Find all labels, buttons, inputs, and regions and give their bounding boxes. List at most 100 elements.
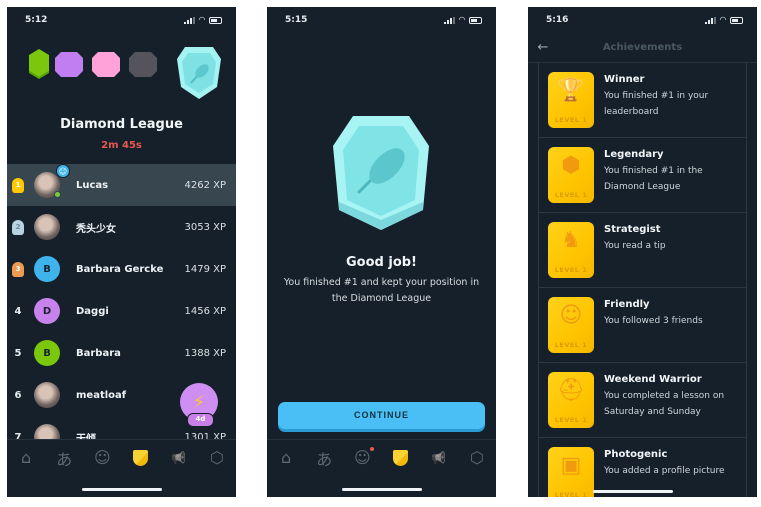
friends-icon: ☺ LEVEL 1 (548, 297, 594, 353)
leaderboard-row[interactable]: 2 秃头少女 3053 XP (7, 206, 236, 248)
achievement-item[interactable]: ☺ LEVEL 1 Friendly You followed 3 friend… (539, 288, 746, 363)
league-title: Diamond League (60, 117, 183, 132)
battery-icon (209, 16, 222, 24)
result-subtitle: You finished #1 and kept your position i… (283, 277, 480, 304)
home-icon[interactable]: ⌂ (275, 447, 297, 469)
user-name: Barbara Gercke (76, 263, 164, 275)
achievement-name: Winner (604, 74, 645, 85)
status-bar: 5:12 ◠ (7, 7, 236, 33)
achievement-description: You added a profile picture (604, 466, 725, 476)
achievement-item[interactable]: ▣ LEVEL 1 Photogenic You added a profile… (539, 438, 746, 497)
achievement-level: LEVEL 1 (554, 191, 588, 199)
wifi-icon: ◠ (458, 15, 465, 24)
profile-icon[interactable]: ⬡ (466, 447, 488, 469)
user-xp: 1388 XP (184, 347, 226, 359)
achievement-level: LEVEL 1 (554, 116, 588, 124)
shop-megaphone-icon[interactable]: 📢 (428, 447, 450, 469)
achievement-item[interactable]: 🏆 LEVEL 1 Winner You finished #1 in your… (539, 63, 746, 138)
avatar[interactable] (34, 382, 60, 408)
user-name: Barbara (76, 347, 121, 359)
status-time: 5:16 (546, 15, 569, 25)
leaderboard-row[interactable]: 5 B Barbara 1388 XP (7, 332, 236, 374)
achievement-description: You finished #1 in the Diamond League (604, 166, 703, 192)
online-indicator (54, 191, 61, 198)
leagues-shield-icon[interactable] (130, 447, 152, 469)
achievement-name: Photogenic (604, 449, 668, 460)
leaderboard-row[interactable]: 1 ☺ Lucas 4262 XP (7, 164, 236, 206)
stories-glyph: ☺ (354, 448, 371, 467)
achievement-item[interactable]: ♞ LEVEL 1 Strategist You read a tip (539, 213, 746, 288)
notification-dot (370, 446, 375, 451)
achievements-header: ← Achievements (528, 33, 757, 63)
status-time: 5:15 (285, 15, 308, 25)
home-indicator (593, 490, 674, 493)
bottom-navbar: ⌂ あ ☺ 📢 ⬡ (7, 439, 236, 475)
bronze-medal-icon: 3 (12, 261, 24, 277)
achievement-name: Legendary (604, 149, 664, 160)
avatar[interactable]: B (34, 256, 60, 282)
signal-icon (183, 16, 195, 24)
home-indicator (81, 488, 162, 491)
leagues-shield-icon[interactable] (390, 447, 412, 469)
status-bar: 5:15 ◠ (267, 7, 496, 33)
add-friend-icon: ☺ (56, 164, 70, 178)
achievement-level: LEVEL 1 (554, 341, 588, 349)
wifi-icon: ◠ (719, 15, 726, 24)
trophy-icon: 🏆 LEVEL 1 (548, 72, 594, 128)
user-xp: 3053 XP (184, 221, 226, 233)
status-time: 5:12 (25, 15, 48, 25)
achievement-level: LEVEL 1 (554, 416, 588, 424)
league-timer: 2m 45s (101, 140, 142, 151)
user-rank: 5 (14, 347, 22, 359)
characters-icon[interactable]: あ (53, 447, 75, 469)
leaderboard-row[interactable]: 3 B Barbara Gercke 1479 XP (7, 248, 236, 290)
user-name: 秃头少女 (76, 223, 116, 235)
user-name: Daggi (76, 305, 109, 317)
shop-megaphone-icon[interactable]: 📢 (168, 447, 190, 469)
characters-icon[interactable]: あ (313, 447, 335, 469)
user-name: Lucas (76, 179, 109, 191)
page-title: Achievements (602, 42, 683, 53)
battery-icon (469, 16, 482, 24)
achievement-name: Friendly (604, 299, 650, 310)
battery-icon (730, 16, 743, 24)
silver-medal-icon: 2 (12, 219, 24, 235)
pearl-league-badge[interactable] (92, 52, 120, 77)
achievement-description: You finished #1 in your leaderboard (604, 91, 709, 117)
stories-icon[interactable]: ☺ (351, 446, 375, 469)
league-badges (7, 45, 236, 105)
obsidian-league-badge[interactable] (129, 52, 157, 77)
user-xp: 4262 XP (184, 179, 226, 191)
profile-icon[interactable]: ⬡ (206, 447, 228, 469)
achievement-name: Weekend Warrior (604, 374, 702, 385)
avatar[interactable]: B (34, 340, 60, 366)
league-badges-svg (29, 47, 221, 99)
warrior-helmet-icon: ⛑ LEVEL 1 (548, 372, 594, 428)
avatar[interactable] (34, 214, 60, 240)
user-rank: 6 (14, 389, 22, 401)
chess-knight-icon: ♞ LEVEL 1 (548, 222, 594, 278)
signal-icon (443, 16, 455, 24)
achievement-item[interactable]: ⛑ LEVEL 1 Weekend Warrior You completed … (539, 363, 746, 438)
avatar[interactable]: ☺ (34, 164, 70, 198)
achievement-description: You read a tip (604, 241, 666, 251)
back-arrow-icon[interactable]: ← (528, 40, 558, 55)
avatar[interactable]: D (34, 298, 60, 324)
leaderboard-row[interactable]: 4 D Daggi 1456 XP (7, 290, 236, 332)
leaderboard-screen: 5:12 ◠ Diamond League 2m 45s 1 ☺ Lucas 4… (7, 7, 236, 497)
result-title: Good job! (346, 255, 417, 270)
home-icon[interactable]: ⌂ (15, 447, 37, 469)
achievement-level: LEVEL 1 (554, 491, 588, 497)
user-xp: 1479 XP (184, 263, 226, 275)
home-indicator (341, 488, 422, 491)
achievement-description: You completed a lesson on Saturday and S… (604, 391, 725, 417)
portrait-icon: ▣ LEVEL 1 (548, 447, 594, 497)
achievement-description: You followed 3 friends (604, 316, 703, 326)
continue-button[interactable]: CONTINUE (278, 402, 485, 429)
achievement-item[interactable]: ⬢ LEVEL 1 Legendary You finished #1 in t… (539, 138, 746, 213)
stories-icon[interactable]: ☺ (91, 447, 113, 469)
bottom-navbar: ⌂ あ ☺ 📢 ⬡ (267, 439, 496, 475)
league-result-screen: 5:15 ◠ Good job! You finished #1 and kep… (267, 7, 496, 497)
amethyst-league-badge[interactable] (55, 52, 83, 77)
achievement-level: LEVEL 1 (554, 266, 588, 274)
